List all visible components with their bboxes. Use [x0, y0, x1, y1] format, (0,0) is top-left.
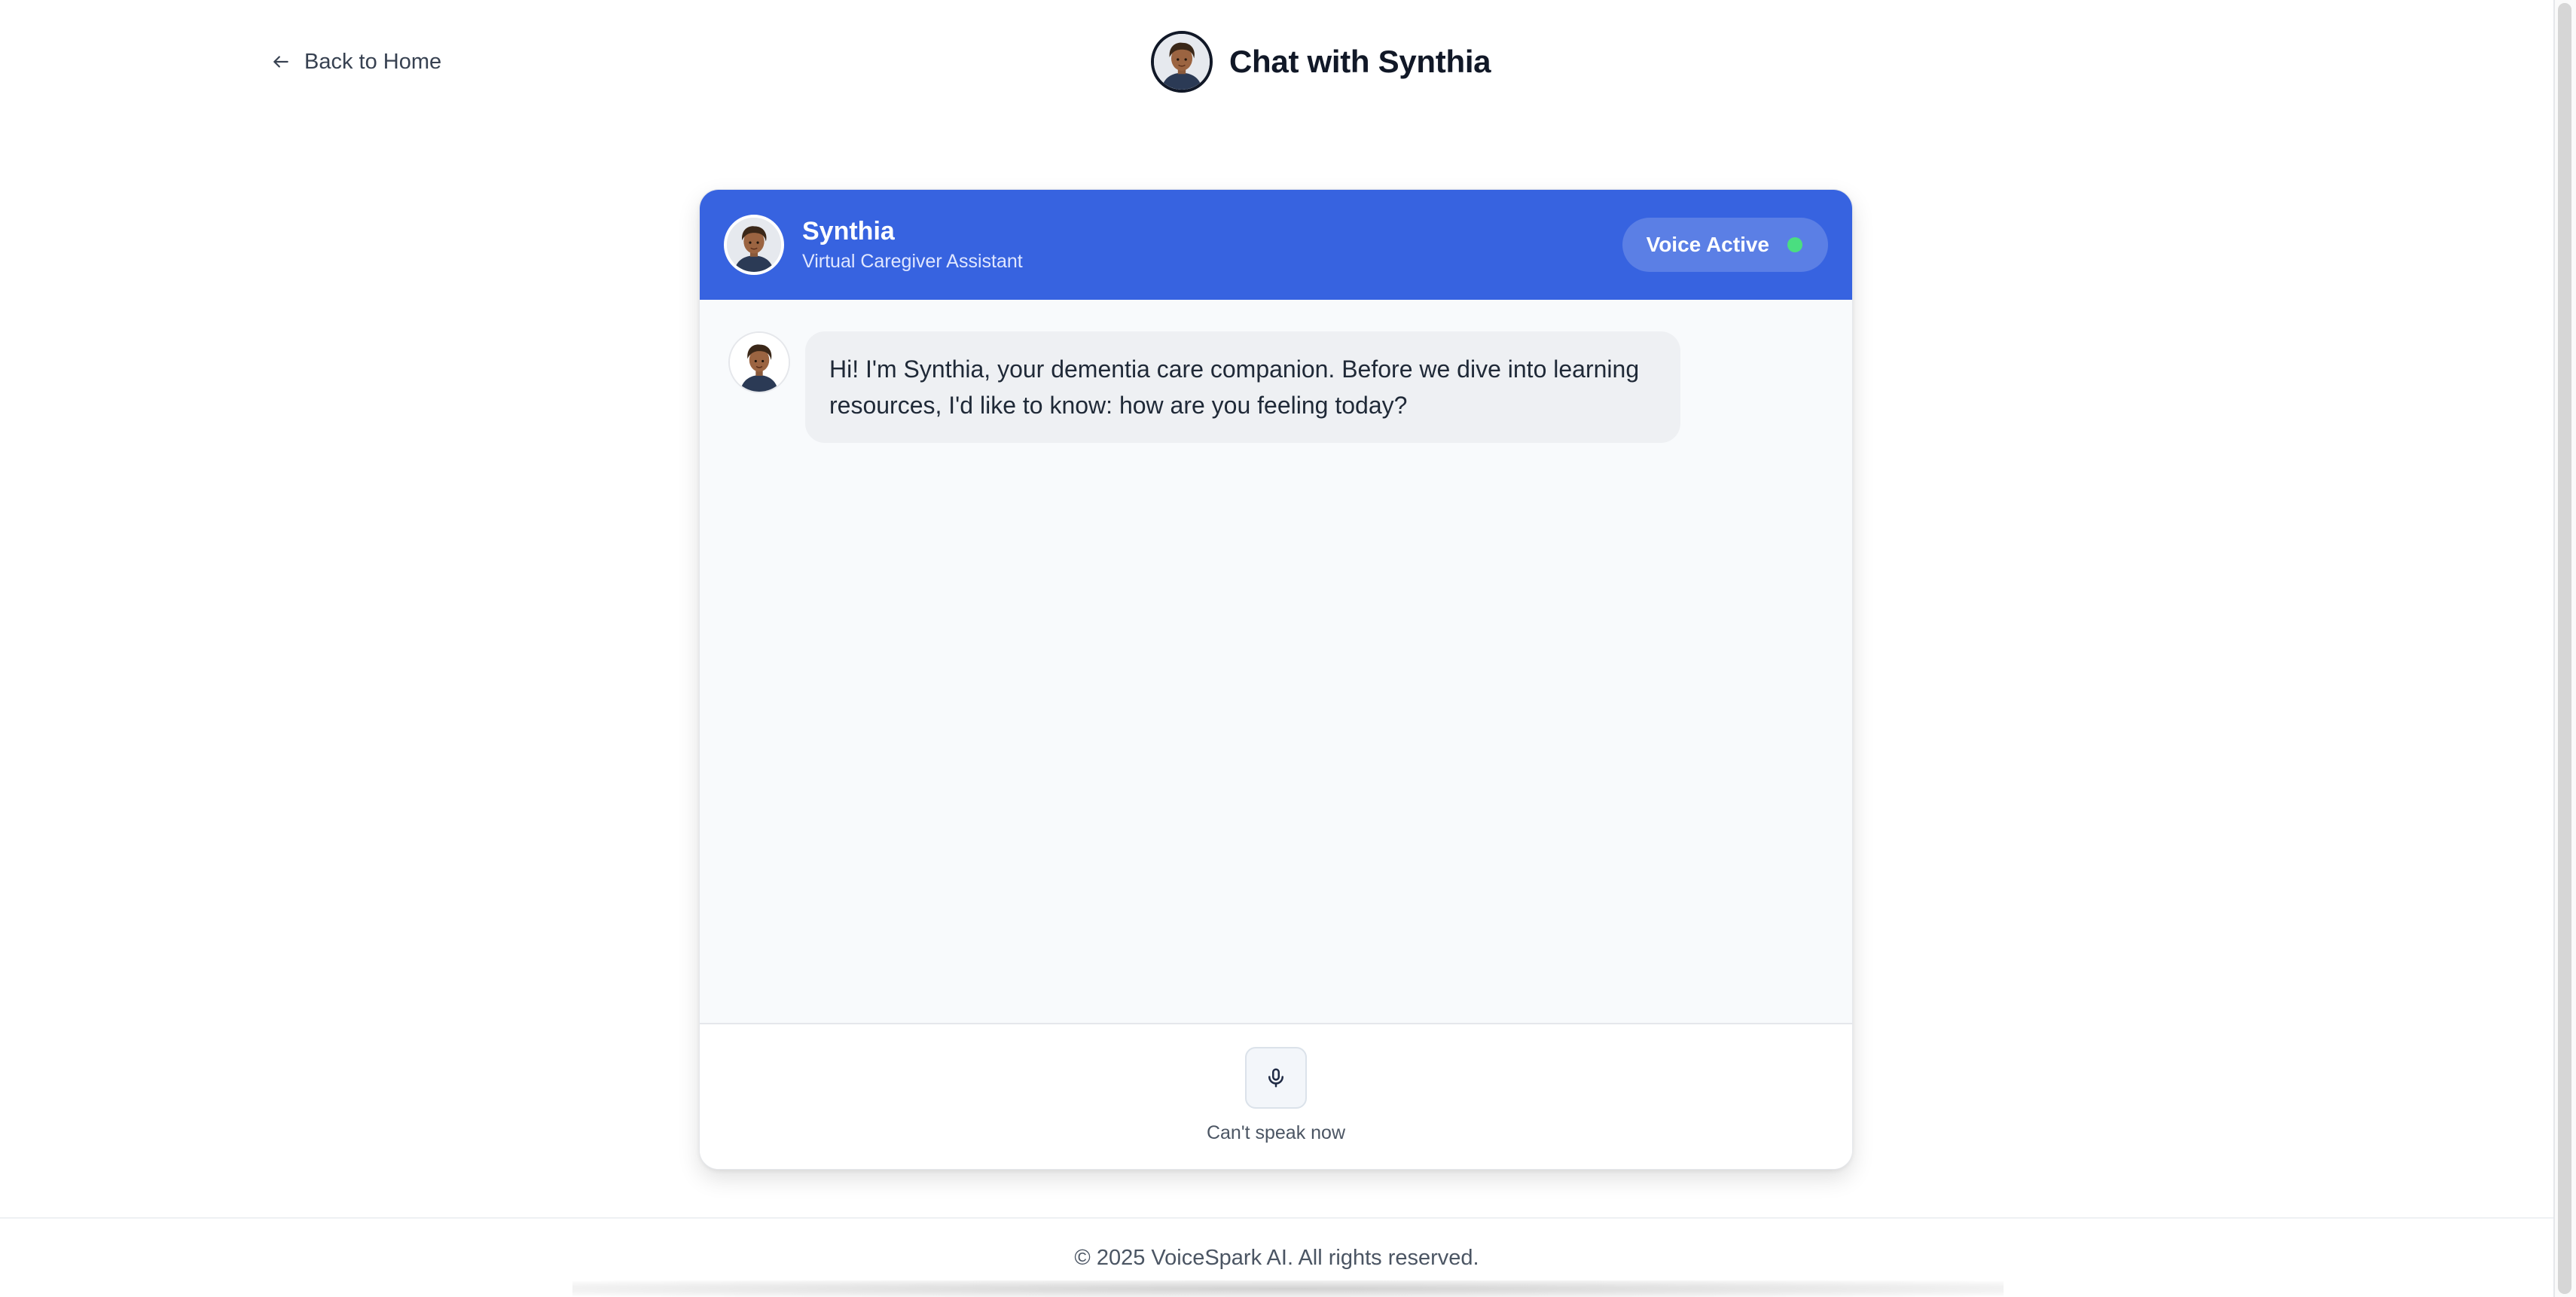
microphone-icon	[1268, 1068, 1283, 1088]
back-link-label: Back to Home	[304, 49, 442, 74]
chat-window: Synthia Virtual Caregiver Assistant Voic…	[699, 189, 1853, 1170]
voice-status-label: Voice Active	[1646, 233, 1769, 256]
voice-controls: Can't speak now	[700, 1024, 1852, 1169]
message-item: Hi! I'm Synthia, your dementia care comp…	[728, 331, 1824, 443]
page-title: Chat with Synthia	[1229, 44, 1491, 79]
message-bubble: Hi! I'm Synthia, your dementia care comp…	[805, 331, 1680, 443]
assistant-name: Synthia	[802, 217, 895, 246]
page-header: Chat with Synthia	[1151, 30, 1491, 93]
back-to-home-link[interactable]: Back to Home	[271, 45, 441, 78]
microphone-button[interactable]	[1245, 1047, 1307, 1109]
cant-speak-link[interactable]: Can't speak now	[1207, 1122, 1345, 1144]
footer-shadow	[572, 1280, 2004, 1297]
voice-status-indicator	[1787, 237, 1802, 252]
arrow-left-icon	[273, 56, 288, 68]
message-list[interactable]: Hi! I'm Synthia, your dementia care comp…	[700, 300, 1852, 1024]
scrollbar-thumb[interactable]	[2558, 3, 2571, 1294]
chat-header: Synthia Virtual Caregiver Assistant Voic…	[700, 190, 1852, 300]
synthia-avatar-icon	[1154, 34, 1210, 90]
scrollbar[interactable]	[2553, 0, 2576, 1297]
assistant-role: Virtual Caregiver Assistant	[802, 251, 1023, 272]
message-avatar	[728, 331, 790, 393]
avatar	[1151, 31, 1213, 93]
assistant-info: Synthia Virtual Caregiver Assistant	[802, 217, 1023, 273]
synthia-avatar-icon	[727, 218, 781, 272]
copyright-text: © 2025 VoiceSpark AI. All rights reserve…	[1074, 1245, 1479, 1270]
page: Back to Home Chat with Synthia Synthia V…	[0, 0, 2576, 1297]
assistant-avatar	[724, 215, 784, 275]
voice-status-badge: Voice Active	[1622, 218, 1828, 272]
synthia-avatar-icon	[730, 333, 789, 392]
